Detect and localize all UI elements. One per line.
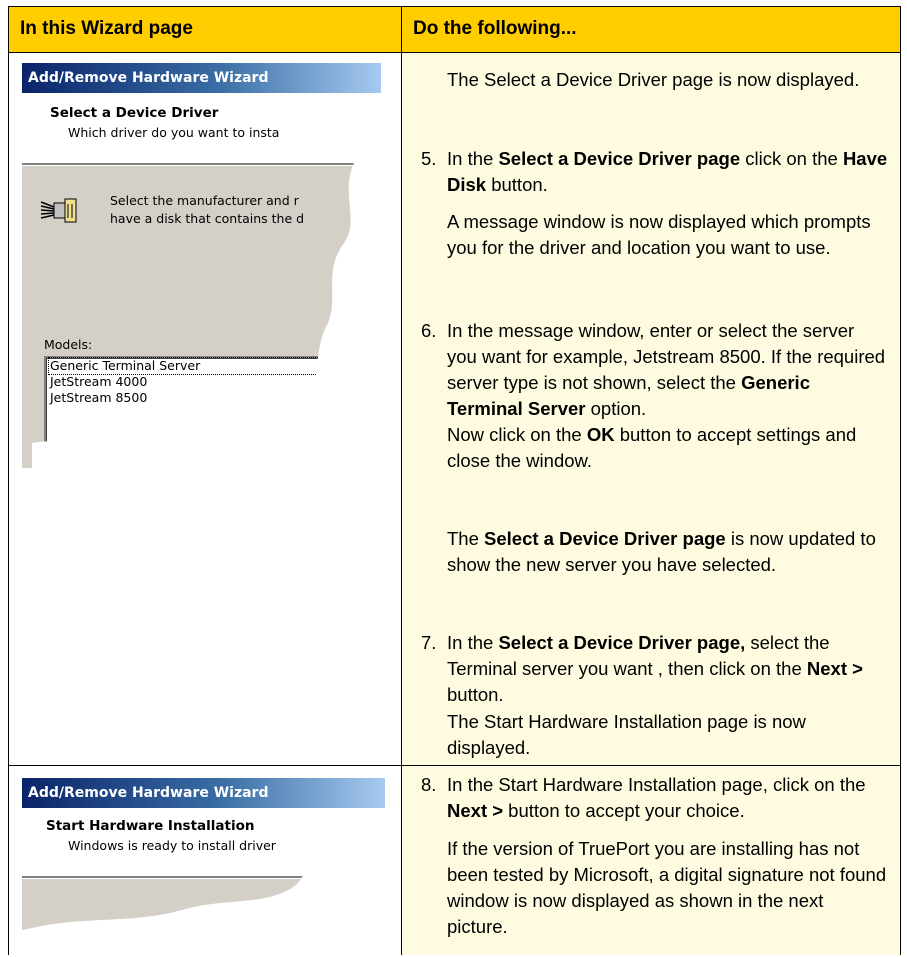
step-8-number: 8. — [421, 774, 437, 795]
step-6-number: 6. — [421, 320, 437, 341]
grid-line-row — [8, 765, 901, 766]
step-7-result: The Start Hardware Installation page is … — [447, 711, 806, 758]
step-5-result: A message window is now displayed which … — [447, 211, 871, 258]
step-7-number: 7. — [421, 632, 437, 653]
step-6-result: The Select a Device Driver page is now u… — [447, 528, 876, 575]
torn-edge — [32, 63, 381, 468]
wizard-screenshot-select-driver: Add/Remove Hardware Wizard Select a Devi… — [22, 63, 381, 468]
wizard-screenshot-start-install: Add/Remove Hardware Wizard Start Hardwar… — [22, 778, 385, 948]
step-5: 5. In the Select a Device Driver page cl… — [421, 148, 888, 195]
header-left: In this Wizard page — [8, 6, 401, 52]
step-7: 7. In the Select a Device Driver page, s… — [421, 632, 863, 705]
grid-line-left — [8, 6, 9, 955]
header-right: Do the following... — [401, 6, 901, 52]
grid-line-top — [8, 6, 901, 7]
step-6: 6. In the message window, enter or selec… — [421, 320, 886, 471]
row2-text-cell: 8. In the Start Hardware Installation pa… — [401, 766, 901, 955]
step-5-number: 5. — [421, 148, 437, 169]
row1-text-cell: The Select a Device Driver page is now d… — [401, 53, 901, 765]
instruction-table: In this Wizard page Do the following... … — [8, 6, 901, 955]
row1-image-cell: Add/Remove Hardware Wizard Select a Devi… — [8, 53, 401, 765]
intro-text: The Select a Device Driver page is now d… — [447, 69, 860, 90]
row2-image-cell: Add/Remove Hardware Wizard Start Hardwar… — [8, 766, 401, 955]
step-8-result: If the version of TruePort you are insta… — [447, 838, 887, 937]
grid-line-middle — [401, 6, 402, 955]
step-8: 8. In the Start Hardware Installation pa… — [421, 774, 866, 821]
grid-line-header — [8, 52, 901, 53]
torn-edge-2 — [22, 818, 385, 948]
grid-line-right — [900, 6, 901, 955]
